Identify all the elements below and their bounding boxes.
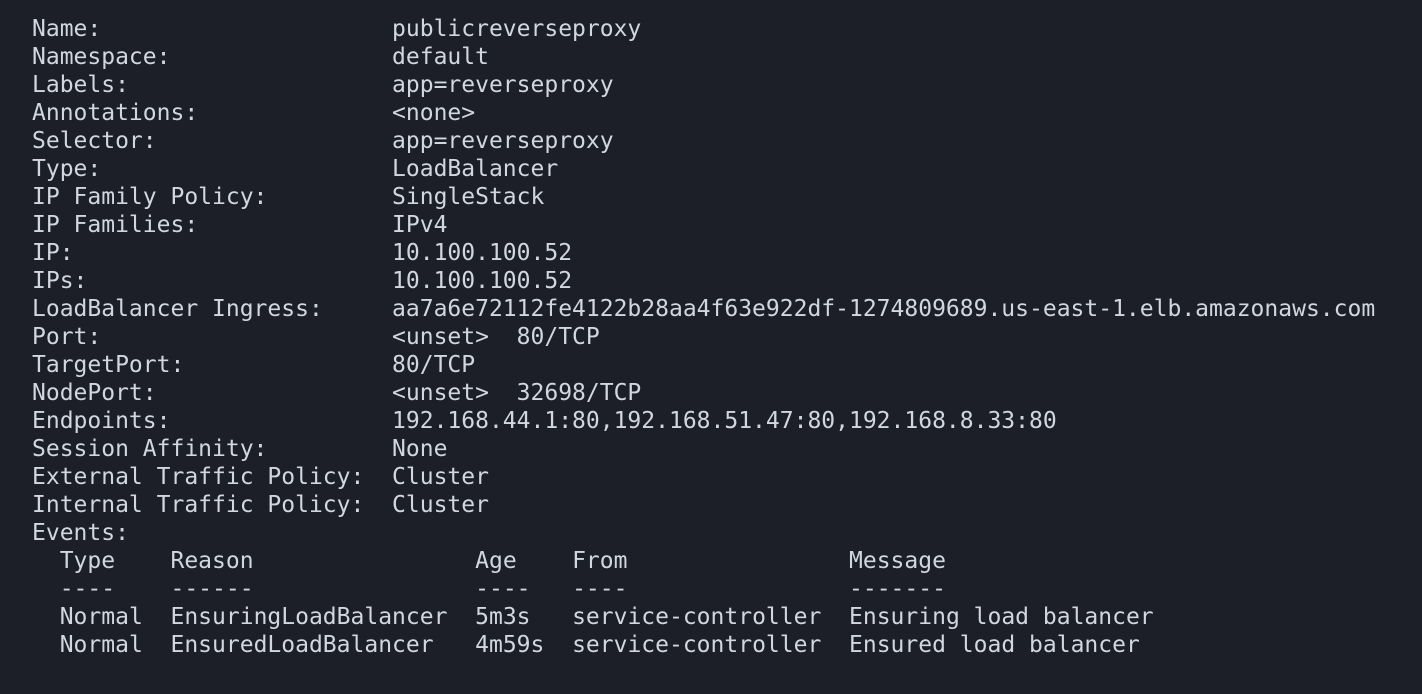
field-ip-family-policy: IP Family Policy: SingleStack [32,183,1422,211]
events-header-from: From [572,548,850,574]
field-selector: Selector: app=reverseproxy [32,127,1422,155]
event-reason: EnsuredLoadBalancer [170,632,476,658]
events-separator-age: ---- [475,576,573,602]
events-label: Events: [32,520,129,546]
field-value: 80/TCP [392,352,476,378]
field-label: Port: [32,324,393,350]
events-separator-reason: ------ [170,576,476,602]
field-label: Labels: [32,72,393,98]
field-value: Cluster [392,492,489,518]
field-label: TargetPort: [32,352,393,378]
field-value: IPv4 [392,212,448,238]
terminal-output: Name: publicreverseproxy Namespace: defa… [0,0,1422,694]
event-age: 4m59s [475,632,573,658]
field-ip: IP: 10.100.100.52 [32,239,1422,267]
field-value: 192.168.44.1:80,192.168.51.47:80,192.168… [392,408,1057,434]
field-value: LoadBalancer [392,156,559,182]
event-from: service-controller [572,604,850,630]
events-header-age: Age [475,548,573,574]
field-label: LoadBalancer Ingress: [32,296,393,322]
field-label: Name: [32,16,393,42]
event-type: Normal [59,604,171,630]
field-label: NodePort: [32,380,393,406]
field-value: app=reverseproxy [392,128,614,154]
field-value: Cluster [392,464,489,490]
field-value: <unset> 32698/TCP [392,380,642,406]
field-target-port: TargetPort: 80/TCP [32,351,1422,379]
events-header-type: Type [59,548,171,574]
field-loadbalancer-ingress: LoadBalancer Ingress: aa7a6e72112fe4122b… [32,295,1422,323]
event-from: service-controller [572,632,850,658]
field-external-traffic-policy: External Traffic Policy: Cluster [32,463,1422,491]
field-label: Type: [32,156,393,182]
field-session-affinity: Session Affinity: None [32,435,1422,463]
field-node-port: NodePort: <unset> 32698/TCP [32,379,1422,407]
field-label: Selector: [32,128,393,154]
events-header-reason: Reason [170,548,476,574]
field-name: Name: publicreverseproxy [32,15,1422,43]
field-value: None [392,436,448,462]
field-endpoints: Endpoints: 192.168.44.1:80,192.168.51.47… [32,407,1422,435]
events-separator-message: ------- [849,576,946,602]
field-value: aa7a6e72112fe4122b28aa4f63e922df-1274809… [392,296,1376,322]
events-separator-row: ---- ------ ---- ---- ------- [32,575,1422,603]
event-row: Normal EnsuredLoadBalancer 4m59s service… [32,631,1422,659]
field-namespace: Namespace: default [32,43,1422,71]
field-value: <unset> 80/TCP [392,324,600,350]
field-port: Port: <unset> 80/TCP [32,323,1422,351]
field-value: 10.100.100.52 [392,240,573,266]
event-message: Ensured load balancer [849,632,1140,658]
field-value: app=reverseproxy [392,72,614,98]
field-type: Type: LoadBalancer [32,155,1422,183]
field-value: <none> [392,100,476,126]
field-ip-families: IP Families: IPv4 [32,211,1422,239]
field-label: Annotations: [32,100,393,126]
event-age: 5m3s [475,604,573,630]
field-label: IP Families: [32,212,393,238]
field-label: Session Affinity: [32,436,393,462]
field-label: IP Family Policy: [32,184,393,210]
field-labels: Labels: app=reverseproxy [32,71,1422,99]
field-value: publicreverseproxy [392,16,642,42]
field-value: 10.100.100.52 [392,268,573,294]
field-label: Namespace: [32,44,393,70]
field-label: Internal Traffic Policy: [32,492,393,518]
event-message: Ensuring load balancer [849,604,1154,630]
field-value: SingleStack [392,184,545,210]
field-ips: IPs: 10.100.100.52 [32,267,1422,295]
events-separator-type: ---- [59,576,171,602]
events-header-message: Message [849,548,946,574]
field-annotations: Annotations: <none> [32,99,1422,127]
field-label: External Traffic Policy: [32,464,393,490]
field-label: IP: [32,240,393,266]
event-type: Normal [59,632,171,658]
event-row: Normal EnsuringLoadBalancer 5m3s service… [32,603,1422,631]
event-reason: EnsuringLoadBalancer [170,604,476,630]
field-label: IPs: [32,268,393,294]
events-separator-from: ---- [572,576,850,602]
field-value: default [392,44,489,70]
events-header-row: Type Reason Age From Message [32,547,1422,575]
field-label: Endpoints: [32,408,393,434]
field-internal-traffic-policy: Internal Traffic Policy: Cluster [32,491,1422,519]
